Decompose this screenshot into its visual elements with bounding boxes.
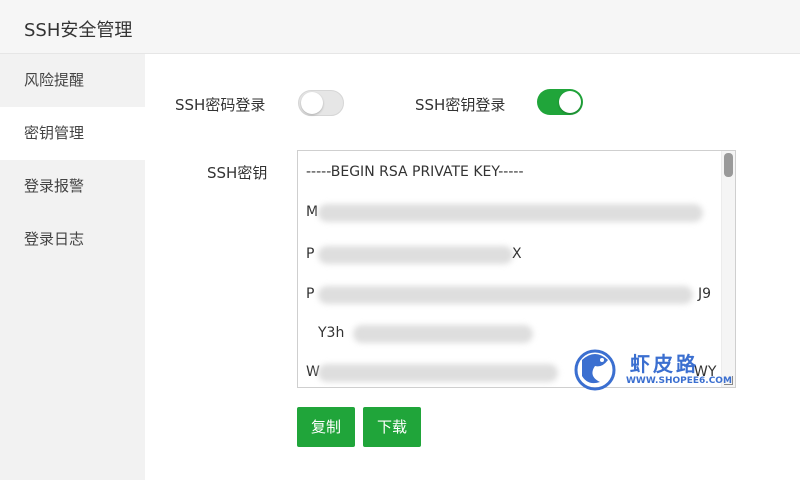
key-line: P (306, 246, 315, 262)
password-login-toggle[interactable] (298, 90, 344, 116)
redaction-blur (318, 204, 703, 222)
textarea-scrollbar[interactable] (721, 151, 735, 387)
toggle-knob (301, 92, 323, 114)
scrollbar-thumb[interactable] (724, 153, 733, 177)
key-line-tail: J9 (698, 286, 712, 302)
watermark-url: WWW.SHOPEE6.COM (626, 376, 732, 386)
sidebar-item-key-management[interactable]: 密钥管理 (0, 107, 145, 160)
redaction-blur (318, 364, 558, 382)
redaction-blur (318, 246, 513, 264)
sidebar: 风险提醒 密钥管理 登录报警 登录日志 (0, 54, 145, 480)
watermark: 虾皮路 WWW.SHOPEE6.COM (572, 346, 732, 396)
download-button[interactable]: 下载 (363, 407, 422, 447)
copy-button[interactable]: 复制 (297, 407, 356, 447)
redaction-blur (318, 286, 693, 304)
key-line-header: -----BEGIN RSA PRIVATE KEY----- (306, 164, 524, 180)
key-login-toggle[interactable] (537, 89, 583, 115)
ssh-key-label: SSH密钥 (207, 164, 268, 182)
sidebar-item-login-alarm[interactable]: 登录报警 (0, 160, 145, 213)
key-line: Y3h (318, 325, 345, 341)
redaction-blur (353, 325, 533, 343)
sidebar-item-login-log[interactable]: 登录日志 (0, 213, 145, 266)
header-bar: SSH安全管理 (0, 0, 800, 54)
key-line-tail: X (512, 246, 522, 262)
main-panel: SSH密码登录 SSH密钥登录 SSH密钥 -----BEGIN RSA PRI… (145, 54, 800, 480)
dragon-logo-icon (574, 349, 616, 391)
key-login-label: SSH密钥登录 (415, 96, 506, 114)
password-login-label: SSH密码登录 (175, 96, 266, 114)
toggle-knob (559, 91, 581, 113)
watermark-name: 虾皮路 (630, 352, 699, 376)
key-line: P (306, 286, 315, 302)
sidebar-item-risk-alert[interactable]: 风险提醒 (0, 54, 145, 107)
page-title: SSH安全管理 (24, 20, 133, 41)
key-line: M (306, 204, 319, 220)
